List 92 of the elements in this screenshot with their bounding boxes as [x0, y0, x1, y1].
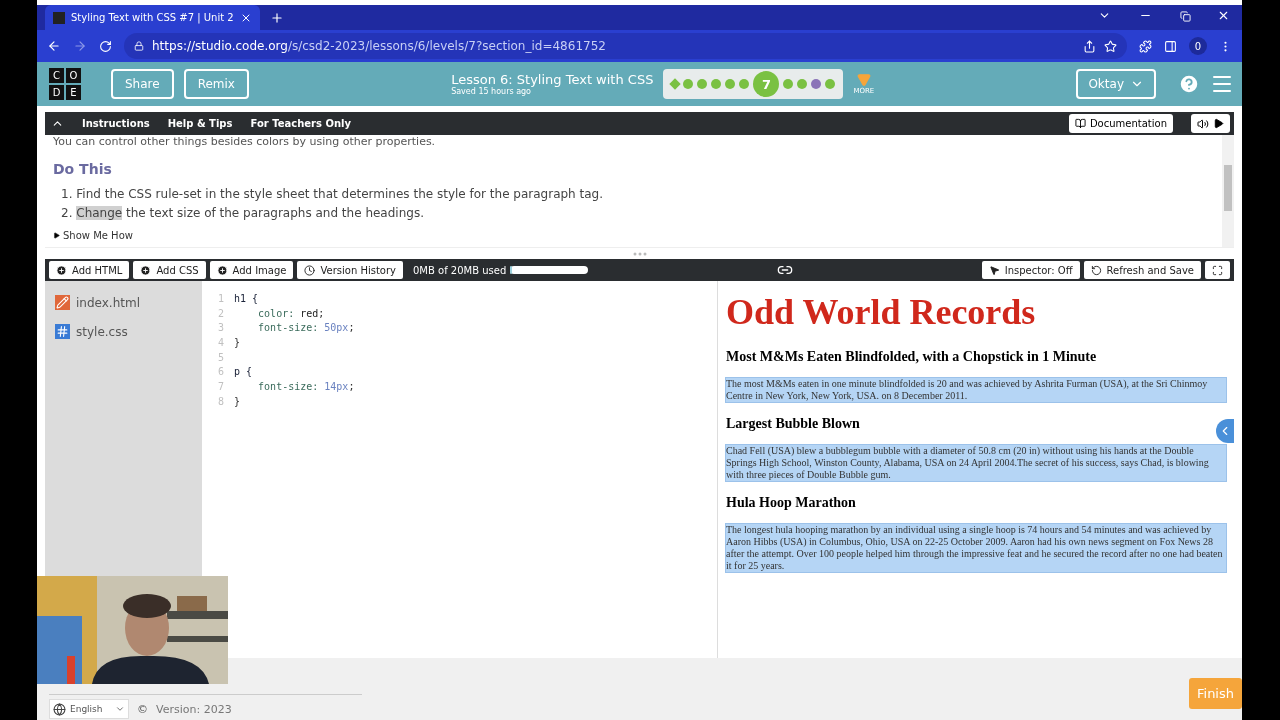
resize-handle[interactable] [632, 251, 647, 256]
hash-icon [55, 324, 70, 339]
preview-title: Odd World Records [726, 291, 1037, 333]
expand-tab[interactable] [1216, 419, 1234, 443]
profile-badge[interactable]: 0 [1189, 37, 1207, 55]
help-icon[interactable] [1178, 73, 1200, 95]
audio-button[interactable] [1191, 114, 1230, 133]
level-dot[interactable] [811, 79, 822, 89]
code-line: font-size: 50px; [257, 322, 355, 336]
inspector-button[interactable]: Inspector: Off [981, 261, 1080, 279]
preview-paragraph: The most M&Ms eaten in one minute blindfolded is 20 and was achieved by Ashrita Furman (USA), at the Sri Chinmoy Centre in New York, New York, USA. on 8 December 2011. [726, 378, 1226, 402]
plus-icon [140, 264, 152, 276]
line-number: 3 [218, 322, 226, 336]
toolbar-button[interactable]: Add Image [209, 261, 294, 279]
plus-icon [216, 264, 228, 276]
pencil-icon [55, 295, 70, 310]
line-number: 6 [218, 366, 226, 380]
preview-heading: Most M&Ms Eaten Blindfolded, with a Chopstick in 1 Minute [726, 349, 1098, 365]
close-icon[interactable] [1217, 9, 1230, 22]
section-heading: Do This [53, 161, 113, 177]
browser-tab[interactable]: Styling Text with CSS #7 | Unit 2 [45, 5, 260, 30]
reload-icon[interactable] [99, 39, 112, 53]
instruction-tab[interactable]: Instructions [82, 118, 150, 129]
instruction-step: 1. Find the CSS rule-set in the style sheet that determines the style for the paragraph tag. [61, 187, 1214, 201]
triangle-icon [53, 232, 60, 239]
forward-icon[interactable] [73, 39, 87, 53]
extensions-icon[interactable] [1139, 39, 1152, 53]
globe-icon [53, 702, 66, 716]
new-tab-icon[interactable] [270, 11, 284, 25]
star-icon[interactable] [1104, 39, 1117, 53]
line-number: 7 [218, 381, 226, 395]
language-select[interactable]: English [49, 699, 129, 719]
line-number: 1 [218, 293, 226, 306]
code-line: } [234, 337, 241, 351]
toolbar-button[interactable]: Version History [297, 261, 403, 279]
triangle-icon [856, 73, 871, 87]
preview-heading: Hula Hoop Marathon [726, 495, 857, 511]
file-item[interactable]: index.html [45, 295, 202, 310]
speaker-icon [1197, 117, 1209, 130]
line-number: 8 [218, 395, 226, 409]
file-item[interactable]: style.css [45, 324, 202, 339]
saved-status: Saved 15 hours ago [451, 87, 531, 96]
code-line: font-size: 14px; [257, 381, 355, 395]
level-dot[interactable] [797, 79, 808, 89]
instruction-tab[interactable]: Help & Tips [167, 118, 233, 129]
code-line: } [234, 395, 241, 409]
preview-paragraph: The longest hula hooping marathon by an individual using a single hoop is 74 hours and 54 minutes and was achieved by Aaron Hibbs (USA) in Columbus, Ohio, USA on 22-25 October 2009. Aaron had his own news segment on Fox News 28 after the attempt. Over 100 people helped him through the impressive feat and he secured the record after no one had beaten it for 25 years. [726, 524, 1226, 572]
copyright-mark: © [137, 702, 148, 716]
code-line: p { [234, 366, 253, 380]
lesson-title: Lesson 6: Styling Text with CSS [451, 72, 654, 87]
level-dot[interactable] [825, 79, 836, 89]
side-panel-icon[interactable] [1164, 39, 1177, 53]
refresh-button[interactable]: Refresh and Save [1083, 261, 1201, 279]
instruction-step: 2. Change the text size of the paragraphs and the headings. [61, 206, 1214, 220]
level-dot[interactable] [725, 79, 736, 89]
line-number: 4 [218, 337, 226, 351]
plus-icon [56, 264, 67, 276]
back-icon[interactable] [47, 39, 61, 53]
level-dot[interactable] [697, 79, 708, 89]
show-me-how-toggle[interactable]: Show Me How [53, 230, 133, 241]
code-line: color: red; [257, 307, 325, 321]
fullscreen-icon [1212, 264, 1223, 276]
storage-usage: 0MB of 20MB used [413, 264, 507, 276]
share-icon[interactable] [1083, 39, 1096, 53]
line-number: 5 [218, 351, 226, 365]
play-icon [1213, 118, 1224, 129]
favicon-icon [53, 11, 65, 24]
clock-icon [304, 264, 316, 276]
toolbar-button[interactable]: Add CSS [133, 261, 206, 279]
pointer-icon [988, 264, 1000, 276]
preview-paragraph: Chad Fell (USA) blew a bubblegum bubble with a diameter of 50.8 cm (20 in) without using his hands at the Double Springs High School, Winston County, Alabama, USA on 24 April 2004.The secret of his success, says Chad, is blowing with three pieces of Double Bubble gum. [726, 445, 1226, 481]
lock-icon [134, 41, 144, 51]
refresh-icon [1090, 264, 1102, 276]
restore-icon[interactable] [1180, 11, 1191, 22]
code-logo[interactable]: C O D E [49, 68, 81, 100]
level-dot[interactable] [783, 79, 794, 89]
version-text: Version: 2023 [156, 702, 232, 716]
fullscreen-button[interactable] [1205, 261, 1230, 279]
instruction-tab[interactable]: For Teachers Only [250, 118, 351, 129]
code-line: h1 { [234, 293, 259, 306]
level-dot[interactable] [739, 79, 750, 89]
book-icon [1074, 118, 1086, 129]
caret-icon [115, 704, 125, 714]
level-dot[interactable] [711, 79, 722, 89]
instruction-text: You can control other things besides colors by using other properties. [53, 135, 437, 147]
preview-heading: Largest Bubble Blown [726, 416, 861, 432]
line-number: 2 [218, 307, 226, 321]
url-text: https://studio.code.org/s/csd2-2023/lessons/6/levels/7?section_id=4861752 [152, 39, 606, 53]
documentation-button[interactable]: Documentation [1068, 114, 1173, 133]
address-field[interactable]: https://studio.code.org/s/csd2-2023/lessons/6/levels/7?section_id=4861752 [124, 33, 1127, 59]
toolbar-button[interactable]: Add HTML [49, 261, 130, 279]
level-dot[interactable] [683, 79, 694, 89]
